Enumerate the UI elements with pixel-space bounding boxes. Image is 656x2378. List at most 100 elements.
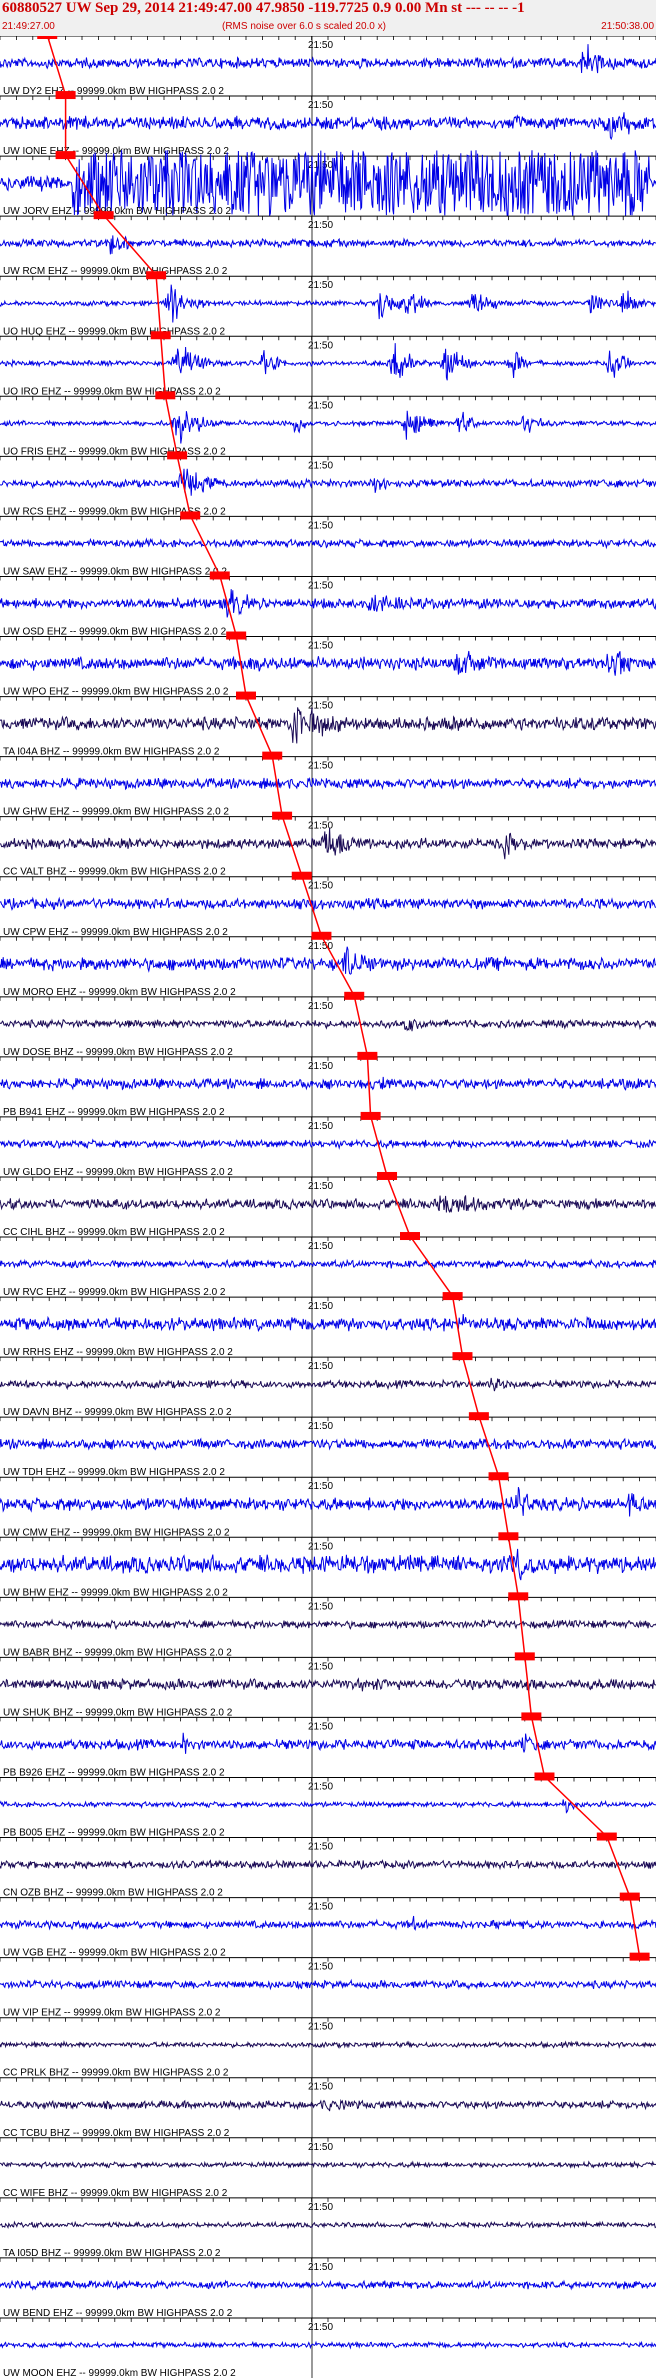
station-label: CC VALT BHZ -- 99999.0km BW HIGHPASS 2.0… — [3, 867, 226, 878]
station-label: UW CMW EHZ -- 99999.0km BW HIGHPASS 2.0 … — [3, 1527, 230, 1538]
waveform-trace — [0, 1915, 656, 1931]
station-label: UW BHW EHZ -- 99999.0km BW HIGHPASS 2.0 … — [3, 1587, 228, 1598]
station-label: UW GHW EHZ -- 99999.0km BW HIGHPASS 2.0 … — [3, 807, 229, 818]
minute-label: 21:50 — [308, 2202, 333, 2213]
minute-label: 21:50 — [308, 1361, 333, 1372]
waveform-trace — [0, 650, 656, 676]
waveform-trace — [0, 1258, 656, 1270]
waveform-trace — [0, 1978, 656, 1991]
station-label: UW MORO EHZ -- 99999.0km BW HIGHPASS 2.0… — [3, 987, 236, 998]
minute-label: 21:50 — [308, 1421, 333, 1432]
minute-label: 21:50 — [308, 340, 333, 351]
minute-label: 21:50 — [308, 1902, 333, 1913]
waveform-trace — [0, 589, 656, 618]
waveform-trace — [0, 776, 656, 791]
station-label: UW DAVN BHZ -- 99999.0km BW HIGHPASS 2.0… — [3, 1407, 232, 1418]
waveform-trace — [0, 2340, 656, 2350]
station-label: PB B005 EHZ -- 99999.0km BW HIGHPASS 2.0… — [3, 1828, 225, 1839]
waveform-trace — [0, 410, 656, 444]
minute-label: 21:50 — [308, 2322, 333, 2333]
waveform-trace — [0, 235, 656, 255]
station-label: UW MOON EHZ -- 99999.0km BW HIGHPASS 2.0… — [3, 2368, 236, 2378]
waveform-trace — [0, 1138, 656, 1150]
minute-label: 21:50 — [308, 1781, 333, 1792]
waveform-trace — [0, 112, 656, 141]
minute-label: 21:50 — [308, 1001, 333, 1012]
minute-label: 21:50 — [308, 761, 333, 772]
waveform-trace — [0, 896, 656, 913]
seismogram-header: 60880527 UW Sep 29, 2014 21:49:47.00 47.… — [0, 0, 656, 36]
minute-label: 21:50 — [308, 2262, 333, 2273]
minute-label: 21:50 — [308, 280, 333, 291]
waveform-trace — [0, 1799, 656, 1814]
station-label: UW RVC EHZ -- 99999.0km BW HIGHPASS 2.0 … — [3, 1287, 226, 1298]
minute-label: 21:50 — [308, 1541, 333, 1552]
waveform-trace — [0, 1377, 656, 1392]
waveform-trace — [0, 2220, 656, 2230]
station-label: UW GLDO EHZ -- 99999.0km BW HIGHPASS 2.0… — [3, 1167, 233, 1178]
station-label: UW SAW EHZ -- 99999.0km BW HIGHPASS 2.0 … — [3, 566, 227, 577]
station-label: UO IRO EHZ -- 99999.0km BW HIGHPASS 2.0 … — [3, 386, 221, 397]
station-label: PB B926 EHZ -- 99999.0km BW HIGHPASS 2.0… — [3, 1767, 225, 1778]
minute-label: 21:50 — [308, 1721, 333, 1732]
waveform-trace — [0, 1076, 656, 1091]
minute-label: 21:50 — [308, 2142, 333, 2153]
waveform-trace — [0, 1677, 656, 1692]
end-time: 21:50:38.00 — [601, 21, 654, 32]
minute-label: 21:50 — [308, 1601, 333, 1612]
minute-label: 21:50 — [308, 520, 333, 531]
station-label: CC PRLK BHZ -- 99999.0km BW HIGHPASS 2.0… — [3, 2068, 229, 2079]
minute-label: 21:50 — [308, 400, 333, 411]
waveform-trace — [0, 1859, 656, 1871]
waveform-trace — [0, 2160, 656, 2170]
minute-label: 21:50 — [308, 460, 333, 471]
station-label: UW BABR BHZ -- 99999.0km BW HIGHPASS 2.0… — [3, 1647, 232, 1658]
waveform-trace — [0, 1314, 656, 1333]
station-label: UW JORV EHZ -- 99999.0km BW HIGHPASS 2.0… — [3, 206, 231, 217]
waveform-trace — [0, 1732, 656, 1754]
minute-label: 21:50 — [308, 1301, 333, 1312]
station-label: UW DOSE BHZ -- 99999.0km BW HIGHPASS 2.0… — [3, 1047, 233, 1058]
minute-label: 21:50 — [308, 2082, 333, 2093]
scaling-note: (RMS noise over 6.0 s scaled 20.0 x) — [222, 21, 386, 32]
waveform-trace — [0, 2279, 656, 2291]
seismogram-canvas: 21:50 UW DY2 EHZ -- 99999.0km BW HIGHPASS… — [0, 36, 656, 2378]
station-label: UW VIP EHZ -- 99999.0km BW HIGHPASS 2.0 … — [3, 2008, 221, 2019]
minute-label: 21:50 — [308, 100, 333, 111]
station-label: UW OSD EHZ -- 99999.0km BW HIGHPASS 2.0 … — [3, 627, 227, 638]
minute-label: 21:50 — [308, 1842, 333, 1853]
station-label: CC TCBU BHZ -- 99999.0km BW HIGHPASS 2.0… — [3, 2128, 230, 2139]
waveform-trace — [0, 2098, 656, 2112]
station-label: UW TDH EHZ -- 99999.0km BW HIGHPASS 2.0 … — [3, 1467, 225, 1478]
station-label: UO FRIS EHZ -- 99999.0km BW HIGHPASS 2.0… — [3, 446, 226, 457]
station-label: UW RRHS EHZ -- 99999.0km BW HIGHPASS 2.0… — [3, 1347, 233, 1358]
waveform-trace — [0, 537, 656, 550]
waveform-trace — [0, 1437, 656, 1451]
station-label: TA I05D BHZ -- 99999.0km BW HIGHPASS 2.0… — [3, 2248, 221, 2259]
waveform-trace — [0, 1548, 656, 1581]
seismogram-plot: 21:50 UW DY2 EHZ -- 99999.0km BW HIGHPASS… — [0, 36, 656, 2378]
station-label: UW RCM EHZ -- 99999.0km BW HIGHPASS 2.0 … — [3, 266, 228, 277]
station-label: CC CIHL BHZ -- 99999.0km BW HIGHPASS 2.0… — [3, 1227, 225, 1238]
minute-label: 21:50 — [308, 881, 333, 892]
minute-label: 21:50 — [308, 1121, 333, 1132]
minute-label: 21:50 — [308, 40, 333, 51]
waveform-trace — [0, 2040, 656, 2049]
waveform-trace — [0, 1018, 656, 1032]
station-label: UW DY2 EHZ -- 99999.0km BW HIGHPASS 2.0 … — [3, 86, 224, 97]
minute-label: 21:50 — [308, 1241, 333, 1252]
station-label: UO HUQ EHZ -- 99999.0km BW HIGHPASS 2.0 … — [3, 326, 226, 337]
waveform-trace — [0, 827, 656, 860]
minute-label: 21:50 — [308, 2022, 333, 2033]
station-label: TA I04A BHZ -- 99999.0km BW HIGHPASS 2.0… — [3, 747, 220, 758]
station-label: UW WPO EHZ -- 99999.0km BW HIGHPASS 2.0 … — [3, 687, 229, 698]
minute-label: 21:50 — [308, 1661, 333, 1672]
minute-label: 21:50 — [308, 1481, 333, 1492]
minute-label: 21:50 — [308, 580, 333, 591]
minute-label: 21:50 — [308, 1181, 333, 1192]
station-label: CC WIFE BHZ -- 99999.0km BW HIGHPASS 2.0… — [3, 2188, 228, 2199]
waveform-trace — [0, 1195, 656, 1213]
station-label: UW VGB EHZ -- 99999.0km BW HIGHPASS 2.0 … — [3, 1948, 226, 1959]
event-title: 60880527 UW Sep 29, 2014 21:49:47.00 47.… — [2, 0, 525, 16]
waveform-trace — [0, 1618, 656, 1631]
